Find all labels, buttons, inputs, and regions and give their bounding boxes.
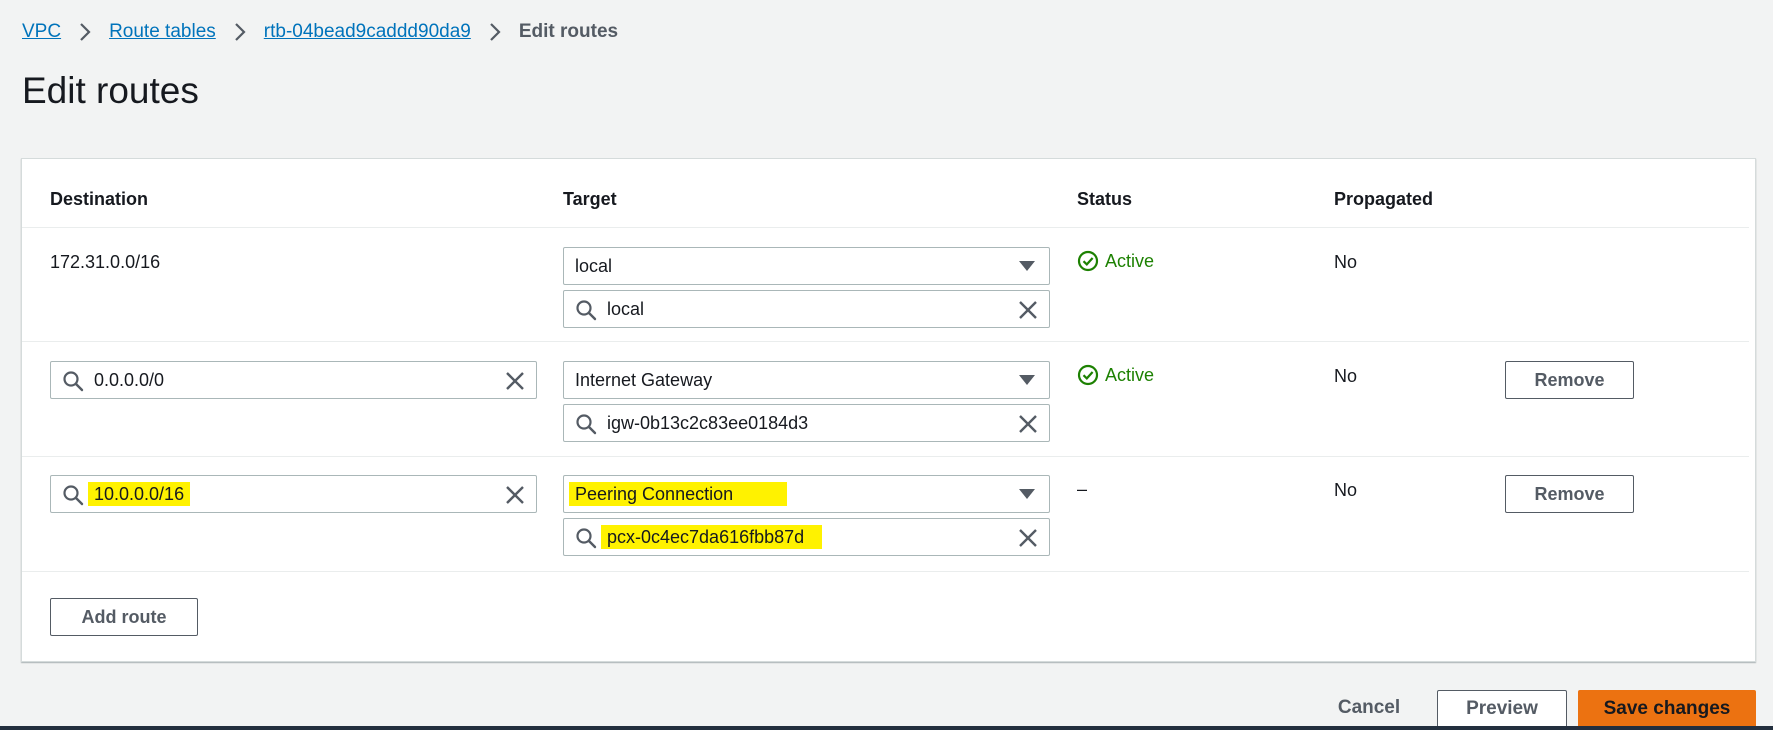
column-header-destination: Destination	[50, 189, 149, 209]
status-badge: Active	[1077, 250, 1154, 272]
caret-down-icon	[1019, 375, 1035, 385]
chevron-right-icon	[226, 22, 254, 42]
remove-route-button[interactable]: Remove	[1505, 361, 1634, 399]
target-type-select[interactable]: local	[563, 247, 1050, 285]
highlighted-text: 10.0.0.0/16	[88, 482, 191, 506]
add-route-button[interactable]: Add route	[50, 598, 198, 636]
highlighted-text: Peering Connection	[569, 481, 788, 506]
save-changes-button[interactable]: Save changes	[1578, 690, 1756, 728]
breadcrumb-vpc-link[interactable]: VPC	[22, 20, 61, 44]
close-icon[interactable]	[1017, 413, 1039, 435]
close-icon[interactable]	[1017, 299, 1039, 321]
status-text: Active	[1105, 250, 1155, 271]
destination-value: 0.0.0.0/0	[94, 370, 165, 390]
target-type-value: Internet Gateway	[575, 369, 713, 390]
status-badge: Active	[1077, 364, 1154, 386]
check-circle-icon	[1077, 250, 1099, 272]
row-divider	[22, 456, 1749, 457]
target-type-select[interactable]: Internet Gateway	[563, 361, 1050, 399]
remove-route-button[interactable]: Remove	[1505, 475, 1634, 513]
column-header-status: Status	[1077, 189, 1133, 209]
target-search-value: local	[607, 299, 645, 319]
search-icon	[63, 485, 84, 506]
close-icon[interactable]	[504, 484, 526, 506]
propagated-value: No	[1334, 366, 1358, 386]
target-search-input[interactable]: local	[563, 290, 1050, 328]
breadcrumb-route-tables-link[interactable]: Route tables	[109, 20, 216, 44]
caret-down-icon	[1019, 261, 1035, 271]
target-type-value: local	[575, 255, 613, 276]
destination-value: 172.31.0.0/16	[50, 252, 161, 272]
target-search-value: igw-0b13c2c83ee0184d3	[607, 413, 809, 433]
row-divider	[22, 571, 1749, 572]
status-text: Active	[1105, 364, 1155, 385]
close-icon[interactable]	[504, 370, 526, 392]
preview-button[interactable]: Preview	[1437, 690, 1567, 728]
cancel-button[interactable]: Cancel	[1316, 690, 1422, 726]
target-type-select[interactable]: Peering Connection	[563, 475, 1050, 513]
chevron-right-icon	[71, 22, 99, 42]
search-icon	[63, 371, 84, 392]
target-search-input[interactable]: igw-0b13c2c83ee0184d3	[563, 404, 1050, 442]
edit-routes-page: VPC Route tables rtb-04bead9caddd90da9 E…	[0, 0, 1773, 730]
search-icon	[576, 300, 597, 321]
caret-down-icon	[1019, 489, 1035, 499]
status-text: –	[1077, 479, 1088, 499]
bottom-bar	[0, 726, 1773, 730]
target-type-value: Peering Connection	[569, 481, 788, 506]
close-icon[interactable]	[1017, 527, 1039, 549]
propagated-value: No	[1334, 252, 1358, 272]
column-header-propagated: Propagated	[1334, 189, 1434, 209]
row-divider	[22, 341, 1749, 342]
destination-input[interactable]: 10.0.0.0/16	[50, 475, 537, 513]
breadcrumb-current: Edit routes	[518, 21, 619, 42]
search-icon	[576, 414, 597, 435]
breadcrumb: VPC Route tables rtb-04bead9caddd90da9 E…	[22, 20, 618, 44]
row-divider	[22, 227, 1749, 228]
target-search-input[interactable]: pcx-0c4ec7da616fbb87d	[563, 518, 1050, 556]
destination-value: 10.0.0.0/16	[88, 482, 191, 506]
page-title: Edit routes	[22, 70, 199, 111]
target-search-value: pcx-0c4ec7da616fbb87d	[601, 525, 823, 549]
search-icon	[576, 528, 597, 549]
breadcrumb-route-table-id-link[interactable]: rtb-04bead9caddd90da9	[264, 20, 471, 44]
destination-input[interactable]: 0.0.0.0/0	[50, 361, 537, 399]
highlighted-text: pcx-0c4ec7da616fbb87d	[601, 525, 823, 549]
chevron-right-icon	[481, 22, 509, 42]
column-header-target: Target	[563, 189, 617, 209]
propagated-value: No	[1334, 480, 1358, 500]
check-circle-icon	[1077, 364, 1099, 386]
routes-table-panel: Destination Target Status Propagated 172…	[21, 158, 1756, 662]
